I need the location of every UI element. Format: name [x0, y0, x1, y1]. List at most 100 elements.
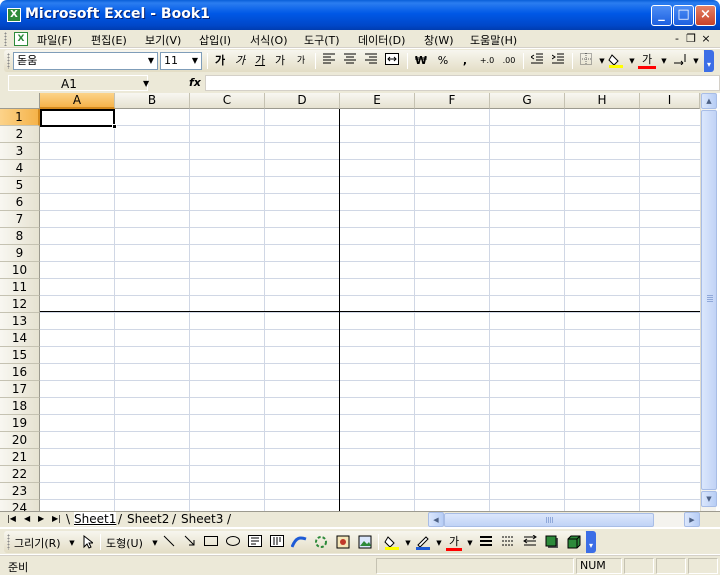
clipart-icon[interactable]: [335, 535, 351, 551]
align-left-icon[interactable]: [320, 53, 338, 69]
row-header-5[interactable]: 5: [0, 177, 40, 194]
chevron-down-icon[interactable]: ▼: [687, 53, 705, 69]
row-header-9[interactable]: 9: [0, 245, 40, 262]
fx-icon[interactable]: fx: [189, 76, 201, 89]
row-header-8[interactable]: 8: [0, 228, 40, 245]
chevron-down-icon[interactable]: ▼: [190, 54, 200, 68]
menu-tools[interactable]: 도구(T): [304, 32, 340, 48]
row-header-15[interactable]: 15: [0, 347, 40, 364]
shadow-style-icon[interactable]: [544, 535, 560, 551]
column-header-h[interactable]: H: [565, 93, 640, 109]
first-sheet-icon[interactable]: |◀: [7, 514, 16, 523]
bold-button[interactable]: 가: [211, 53, 229, 69]
select-pointer-icon[interactable]: [80, 534, 96, 551]
row-header-4[interactable]: 4: [0, 160, 40, 177]
close-button[interactable]: ×: [695, 5, 716, 26]
row-header-19[interactable]: 19: [0, 415, 40, 432]
name-box[interactable]: A1 ▼: [8, 75, 149, 91]
maximize-button[interactable]: □: [673, 5, 694, 26]
draw-menu-button[interactable]: 그리기(R): [14, 535, 61, 551]
decrease-font-button[interactable]: 가: [292, 53, 310, 69]
active-cell[interactable]: [40, 109, 115, 127]
horizontal-scroll-thumb[interactable]: [444, 513, 654, 527]
align-right-icon[interactable]: [362, 53, 380, 69]
toolbar-grip[interactable]: [7, 53, 10, 69]
doc-close-button[interactable]: ×: [700, 32, 712, 45]
3d-style-icon[interactable]: [566, 535, 582, 551]
sheet-tab-3[interactable]: Sheet3: [181, 512, 223, 526]
arrow-style-icon[interactable]: [522, 534, 538, 551]
sheet-tab-2[interactable]: Sheet2: [127, 512, 169, 526]
minimize-button[interactable]: _: [651, 5, 672, 26]
menu-edit[interactable]: 편집(E): [91, 32, 127, 48]
row-header-21[interactable]: 21: [0, 449, 40, 466]
decrease-decimal-button[interactable]: .00: [500, 53, 518, 69]
doc-minimize-button[interactable]: -: [671, 32, 683, 45]
font-color-button[interactable]: 가: [446, 535, 462, 551]
row-header-12[interactable]: 12: [0, 296, 40, 313]
last-sheet-icon[interactable]: ▶|: [52, 514, 61, 523]
fill-color-icon[interactable]: [384, 535, 400, 551]
align-center-icon[interactable]: [341, 53, 359, 69]
row-header-16[interactable]: 16: [0, 364, 40, 381]
menu-help[interactable]: 도움말(H): [470, 32, 517, 48]
percent-button[interactable]: %: [434, 53, 452, 69]
chevron-down-icon[interactable]: ▼: [462, 535, 478, 551]
currency-button[interactable]: ₩: [412, 53, 430, 69]
row-header-2[interactable]: 2: [0, 126, 40, 143]
row-header-3[interactable]: 3: [0, 143, 40, 160]
column-header-c[interactable]: C: [190, 93, 265, 109]
increase-font-button[interactable]: 가: [271, 53, 289, 69]
font-name-select[interactable]: 돋움 ▼: [13, 52, 158, 70]
fill-handle[interactable]: [112, 124, 117, 129]
row-header-1[interactable]: 1: [0, 109, 40, 126]
chevron-down-icon[interactable]: ▼: [431, 535, 447, 551]
column-header-f[interactable]: F: [415, 93, 490, 109]
line-color-icon[interactable]: [415, 535, 431, 551]
column-header-b[interactable]: B: [115, 93, 190, 109]
row-header-20[interactable]: 20: [0, 432, 40, 449]
chevron-down-icon[interactable]: ▼: [143, 79, 149, 88]
menubar-grip[interactable]: [4, 32, 7, 46]
scroll-down-icon[interactable]: ▼: [701, 491, 717, 507]
row-header-6[interactable]: 6: [0, 194, 40, 211]
column-header-a[interactable]: A: [40, 93, 115, 109]
column-header-g[interactable]: G: [490, 93, 565, 109]
textbox-icon[interactable]: [247, 535, 263, 551]
sheet-tab-1[interactable]: Sheet1: [74, 512, 117, 526]
chevron-down-icon[interactable]: ▼: [400, 535, 416, 551]
wordart-icon[interactable]: [290, 535, 307, 551]
row-header-18[interactable]: 18: [0, 398, 40, 415]
document-icon[interactable]: X: [14, 32, 28, 46]
font-size-select[interactable]: 11 ▼: [160, 52, 202, 70]
chevron-down-icon[interactable]: ▼: [146, 54, 156, 68]
increase-indent-icon[interactable]: [549, 53, 567, 69]
menu-insert[interactable]: 삽입(I): [199, 32, 231, 48]
row-header-22[interactable]: 22: [0, 466, 40, 483]
line-style-icon[interactable]: [478, 535, 494, 551]
font-color-button[interactable]: 가: [638, 53, 656, 69]
menu-file[interactable]: 파일(F): [37, 32, 72, 48]
scroll-left-icon[interactable]: ◀: [428, 512, 444, 527]
row-header-14[interactable]: 14: [0, 330, 40, 347]
drawbar-grip[interactable]: [7, 534, 10, 550]
row-header-11[interactable]: 11: [0, 279, 40, 296]
merge-center-icon[interactable]: [383, 53, 401, 69]
dash-style-icon[interactable]: [500, 535, 516, 551]
insert-picture-icon[interactable]: [357, 535, 373, 551]
horizontal-scrollbar[interactable]: ◀ ▶: [428, 512, 700, 527]
rectangle-icon[interactable]: [203, 535, 219, 551]
next-sheet-icon[interactable]: ▶: [38, 514, 44, 523]
arrow-icon[interactable]: [182, 535, 198, 551]
vertical-scrollbar[interactable]: ▲ ▼: [700, 93, 717, 511]
comma-button[interactable]: ,: [456, 53, 474, 69]
toolbar-options-button[interactable]: ▾: [704, 50, 714, 72]
chevron-down-icon[interactable]: ▼: [64, 535, 80, 551]
select-all-button[interactable]: [0, 93, 40, 109]
row-header-17[interactable]: 17: [0, 381, 40, 398]
scroll-up-icon[interactable]: ▲: [701, 93, 717, 109]
autoshapes-menu-button[interactable]: 도형(U): [106, 535, 143, 551]
column-header-d[interactable]: D: [265, 93, 340, 109]
italic-button[interactable]: 가: [231, 53, 249, 69]
decrease-indent-icon[interactable]: [528, 53, 546, 69]
